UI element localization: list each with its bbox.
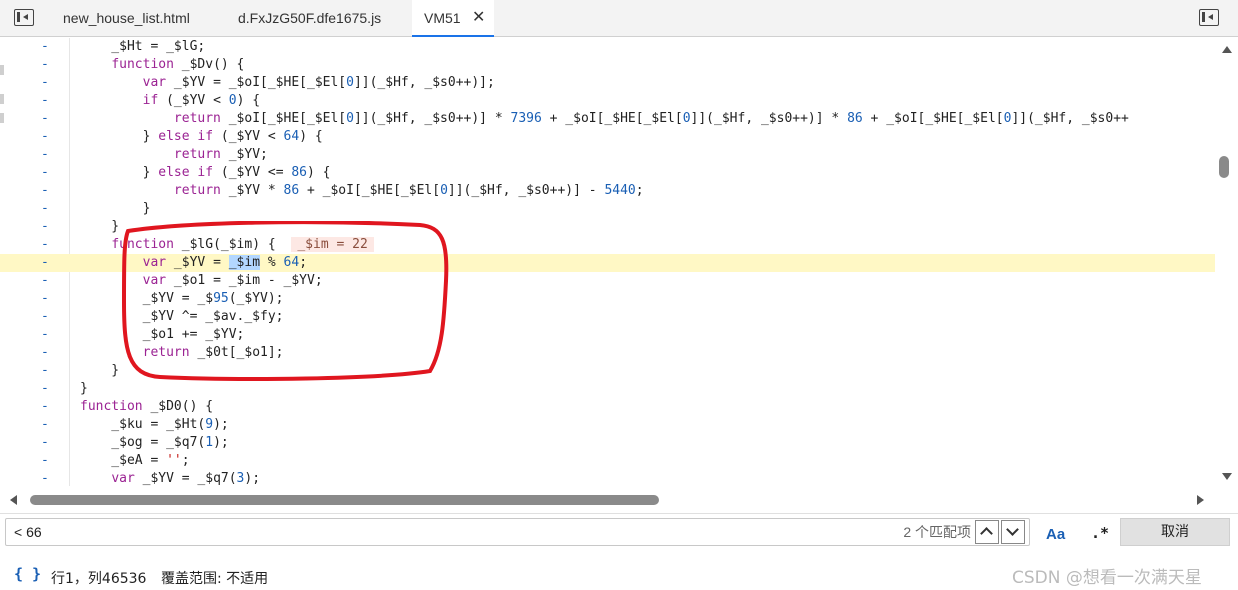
code-text: _$eA = '';: [80, 453, 190, 468]
code-line: - return _$YV;: [0, 146, 1215, 164]
code-text: }: [80, 219, 120, 234]
code-line: - function _$D0() {: [0, 398, 1215, 416]
line-dash: -: [41, 75, 49, 90]
code-line: - if (_$YV < 0) {: [0, 92, 1215, 110]
coverage-status: 覆盖范围: 不适用: [161, 571, 269, 587]
code-text: _$ku = _$Ht(9);: [80, 417, 229, 432]
line-dash: -: [41, 57, 49, 72]
chevron-up-icon: [980, 527, 993, 540]
scroll-right-icon[interactable]: [1197, 495, 1204, 505]
code-line: - } else if (_$YV <= 86) {: [0, 164, 1215, 182]
code-text: }: [80, 363, 120, 378]
vertical-scroll-thumb[interactable]: [1219, 156, 1229, 178]
line-dash: -: [41, 201, 49, 216]
line-dash: -: [41, 165, 49, 180]
code-line: - _$og = _$q7(1);: [0, 434, 1215, 452]
search-bar: 2 个匹配项 Aa .* 取消: [0, 513, 1238, 549]
line-dash: -: [41, 381, 49, 396]
line-dash: -: [41, 453, 49, 468]
code-text: function _$D0() {: [80, 399, 214, 414]
line-dash: -: [41, 399, 49, 414]
code-line: - return _$YV * 86 + _$oI[_$HE[_$El[0]](…: [0, 182, 1215, 200]
code-line: - var _$YV = _$oI[_$HE[_$El[0]](_$Hf, _$…: [0, 74, 1215, 92]
code-text: var _$YV = _$q7(3);: [111, 471, 261, 486]
code-line: - function _$Dv() {: [0, 56, 1215, 74]
line-dash: -: [41, 111, 49, 126]
code-text: if (_$YV < 0) {: [142, 93, 261, 108]
line-dash: -: [41, 345, 49, 360]
horizontal-scrollbar[interactable]: [0, 491, 1215, 509]
tab-dfe1675-js[interactable]: d.FxJzG50F.dfe1675.js: [238, 0, 381, 37]
line-dash: -: [41, 273, 49, 288]
search-box[interactable]: 2 个匹配项: [5, 518, 1030, 546]
braces-icon[interactable]: { }: [14, 565, 41, 583]
code-text: }: [80, 201, 151, 216]
line-dash: -: [41, 417, 49, 432]
match-count: 2 个匹配项: [903, 524, 971, 540]
next-match-button[interactable]: [1001, 520, 1025, 544]
close-icon[interactable]: ✕: [472, 0, 485, 36]
code-text: var _$YV = _$oI[_$HE[_$El[0]](_$Hf, _$s0…: [142, 75, 495, 90]
line-dash: -: [41, 327, 49, 342]
line-dash: -: [41, 129, 49, 144]
code-line: - var _$YV = _$q7(3);: [0, 470, 1215, 486]
line-dash: -: [41, 219, 49, 234]
tab-new-house-list[interactable]: new_house_list.html: [63, 0, 190, 37]
code-text: return _$YV;: [173, 147, 268, 162]
chevron-down-icon: [1006, 523, 1019, 536]
code-text: return _$oI[_$HE[_$El[0]](_$Hf, _$s0++)]…: [173, 111, 1129, 126]
cancel-button[interactable]: 取消: [1120, 518, 1230, 546]
match-case-button[interactable]: Aa: [1046, 526, 1065, 543]
line-dash: -: [41, 363, 49, 378]
line-dash: -: [41, 237, 49, 252]
scroll-up-icon[interactable]: [1222, 46, 1232, 53]
status-bar: { } 行1，列46536 覆盖范围: 不适用 CSDN @想看一次满天星: [0, 563, 1238, 590]
code-line: - _$ku = _$Ht(9);: [0, 416, 1215, 434]
line-dash: -: [41, 183, 49, 198]
line-dash: -: [41, 147, 49, 162]
previous-match-button[interactable]: [975, 520, 999, 544]
code-line: - }: [0, 200, 1215, 218]
code-line: - return _$oI[_$HE[_$El[0]](_$Hf, _$s0++…: [0, 110, 1215, 128]
line-dash: -: [41, 309, 49, 324]
line-dash: -: [41, 93, 49, 108]
tab-vm51[interactable]: VM51 ✕: [412, 0, 494, 37]
code-text: return _$YV * 86 + _$oI[_$HE[_$El[0]](_$…: [173, 183, 644, 198]
line-dash: -: [41, 471, 49, 486]
regex-button[interactable]: .*: [1091, 524, 1109, 542]
tab-vm51-label: VM51: [424, 10, 461, 26]
code-text: } else if (_$YV < 64) {: [80, 129, 323, 144]
line-dash: -: [41, 435, 49, 450]
line-dash: -: [41, 255, 49, 270]
code-line: - _$Ht = _$lG;: [0, 38, 1215, 56]
horizontal-scroll-thumb[interactable]: [30, 495, 659, 505]
code-line: - _$eA = '';: [0, 452, 1215, 470]
watermark: CSDN @想看一次满天星: [1012, 568, 1202, 588]
line-dash: -: [41, 39, 49, 54]
code-editor[interactable]: - _$Ht = _$lG; - function _$Dv() { - var…: [0, 38, 1238, 486]
code-line: - } else if (_$YV < 64) {: [0, 128, 1215, 146]
search-input[interactable]: [14, 519, 614, 545]
scroll-left-icon[interactable]: [10, 495, 17, 505]
panel-right-icon[interactable]: [1199, 9, 1219, 26]
panel-left-icon[interactable]: [14, 9, 34, 26]
tab-bar: new_house_list.html d.FxJzG50F.dfe1675.j…: [0, 0, 1238, 37]
cursor-position: 行1，列46536: [51, 571, 147, 587]
scroll-down-icon[interactable]: [1222, 473, 1232, 480]
code-text: _$og = _$q7(1);: [80, 435, 229, 450]
code-text: function _$Dv() {: [111, 57, 245, 72]
red-annotation-outline: [121, 221, 449, 381]
code-text: _$Ht = _$lG;: [80, 39, 206, 54]
code-text: }: [80, 381, 88, 396]
code-text: } else if (_$YV <= 86) {: [80, 165, 331, 180]
line-dash: -: [41, 291, 49, 306]
vertical-scrollbar[interactable]: [1215, 38, 1238, 486]
